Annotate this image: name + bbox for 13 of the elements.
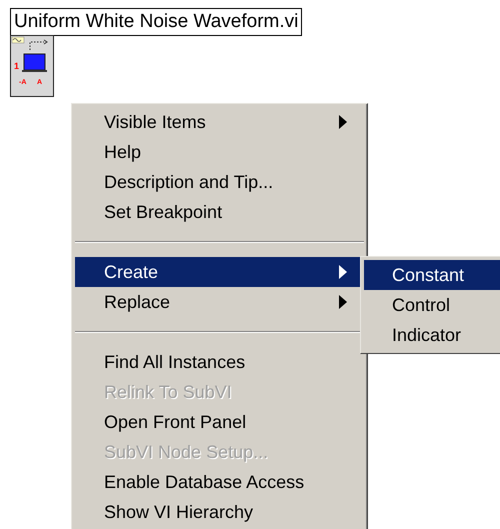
menu-item[interactable]: Visible Items	[75, 107, 364, 137]
menu-item[interactable]: Replace	[75, 287, 364, 317]
menu-item[interactable]: Control	[364, 290, 500, 320]
vi-name-label: Uniform White Noise Waveform.vi	[10, 8, 302, 36]
menu-item[interactable]: Set Breakpoint	[75, 197, 364, 227]
menu-item[interactable]: Enable Database Access	[75, 467, 364, 497]
menu-item[interactable]: Description and Tip...	[75, 167, 364, 197]
menu-item[interactable]: Indicator	[364, 320, 500, 350]
menu-item[interactable]: Constant	[364, 260, 500, 290]
menu-item[interactable]: Open Front Panel	[75, 407, 364, 437]
menu-item[interactable]: Find All Instances	[75, 347, 364, 377]
menu-item[interactable]: Show VI Hierarchy	[75, 497, 364, 527]
menu-item[interactable]: Help	[75, 137, 364, 167]
